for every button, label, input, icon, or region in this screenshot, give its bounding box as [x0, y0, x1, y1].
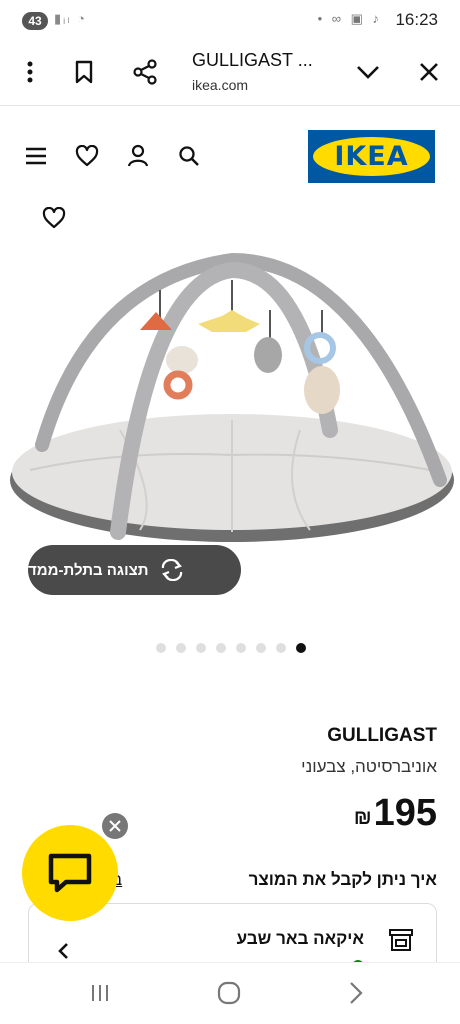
- product-name: GULLIGAST: [327, 725, 437, 746]
- more-vert-icon[interactable]: [12, 54, 48, 90]
- carousel-dot[interactable]: [176, 643, 186, 653]
- store-icon: [388, 928, 414, 957]
- carousel-dot[interactable]: [256, 643, 266, 653]
- share-icon[interactable]: [127, 54, 163, 90]
- product-description: אוניברסיטה, צבעוני: [301, 757, 437, 776]
- carousel-dot[interactable]: [276, 643, 286, 653]
- page-title[interactable]: GULLIGAST ...: [192, 50, 313, 71]
- store-name: איקאה באר שבע: [236, 929, 364, 948]
- signal-wifi-icon: ▮ᵢₗ ◔: [54, 11, 87, 26]
- product-image[interactable]: [0, 240, 460, 570]
- status-app-icons: • ∞ ▣ ♪: [317, 11, 382, 26]
- carousel-dot[interactable]: [156, 643, 166, 653]
- back-icon[interactable]: [348, 981, 364, 1010]
- carousel-indicator: [156, 643, 306, 653]
- carousel-dot[interactable]: [216, 643, 226, 653]
- heart-icon[interactable]: [71, 140, 103, 172]
- bookmark-icon[interactable]: [66, 54, 102, 90]
- rotate-3d-icon: [161, 559, 182, 581]
- user-icon[interactable]: [122, 140, 154, 172]
- recent-apps-icon[interactable]: [90, 983, 110, 1008]
- notification-count-badge: 43: [22, 12, 48, 30]
- carousel-dot[interactable]: [196, 643, 206, 653]
- chevron-down-icon[interactable]: [350, 54, 386, 90]
- system-navigation-bar: [0, 962, 460, 1024]
- chat-bubble-icon: [48, 853, 92, 893]
- menu-icon[interactable]: [20, 140, 52, 172]
- price-value: 195: [373, 792, 437, 834]
- chat-button[interactable]: [22, 825, 118, 921]
- view-3d-label: תצוגה בתלת-ממד: [28, 561, 149, 579]
- page-url[interactable]: ikea.com: [192, 77, 248, 93]
- chat-dismiss-icon[interactable]: [102, 813, 128, 839]
- home-icon[interactable]: [217, 981, 241, 1010]
- carousel-dot-active[interactable]: [296, 643, 306, 653]
- currency-symbol: ₪: [353, 807, 372, 829]
- carousel-dot[interactable]: [236, 643, 246, 653]
- view-3d-button[interactable]: תצוגה בתלת-ממד: [28, 545, 241, 595]
- search-icon[interactable]: [173, 140, 205, 172]
- browser-toolbar: GULLIGAST ... ikea.com: [0, 40, 460, 106]
- clock: 16:23: [395, 10, 438, 29]
- product-price: ₪ 195: [354, 792, 437, 835]
- close-icon[interactable]: [411, 54, 447, 90]
- ikea-logo[interactable]: IKEA: [308, 130, 435, 183]
- add-to-favourites-icon[interactable]: [38, 202, 70, 234]
- delivery-options-heading: איך ניתן לקבל את המוצר: [248, 870, 437, 889]
- status-bar: 43 ▮ᵢₗ ◔ • ∞ ▣ ♪ 16:23: [0, 0, 460, 40]
